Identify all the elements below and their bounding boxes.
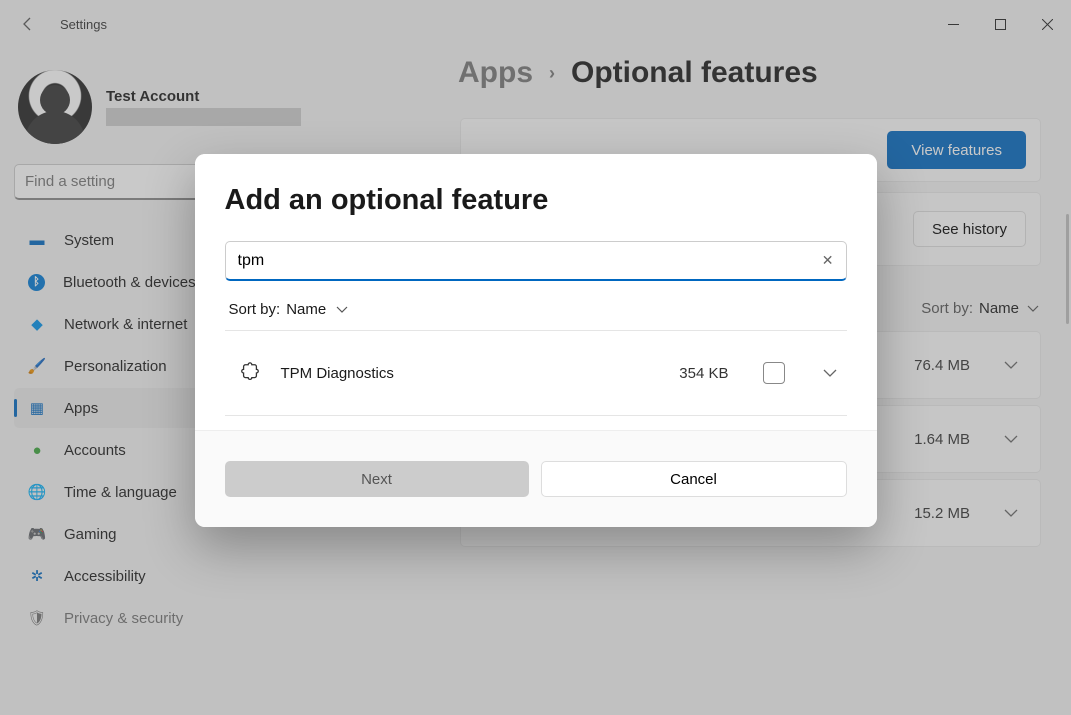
feature-icon [239,362,261,384]
feature-checkbox[interactable] [763,362,785,384]
dialog-sort-label: Sort by: [229,301,281,318]
dialog-sort-value: Name [286,301,326,318]
dialog-search[interactable]: ✕ [225,241,847,281]
dialog-feature-name: TPM Diagnostics [281,365,660,382]
dialog-search-input[interactable] [238,252,822,270]
dialog-title: Add an optional feature [225,184,847,217]
dialog-feature-item[interactable]: TPM Diagnostics 354 KB [225,331,847,415]
dialog-sort-dropdown[interactable]: Name [286,301,348,318]
cancel-button[interactable]: Cancel [541,461,847,497]
clear-search-icon[interactable]: ✕ [822,252,834,269]
dialog-feature-size: 354 KB [679,365,728,382]
next-button[interactable]: Next [225,461,529,497]
chevron-down-icon [336,306,348,314]
chevron-down-icon[interactable] [823,369,837,378]
modal-overlay: Add an optional feature ✕ Sort by: Name … [0,0,1071,715]
add-feature-dialog: Add an optional feature ✕ Sort by: Name … [195,154,877,527]
